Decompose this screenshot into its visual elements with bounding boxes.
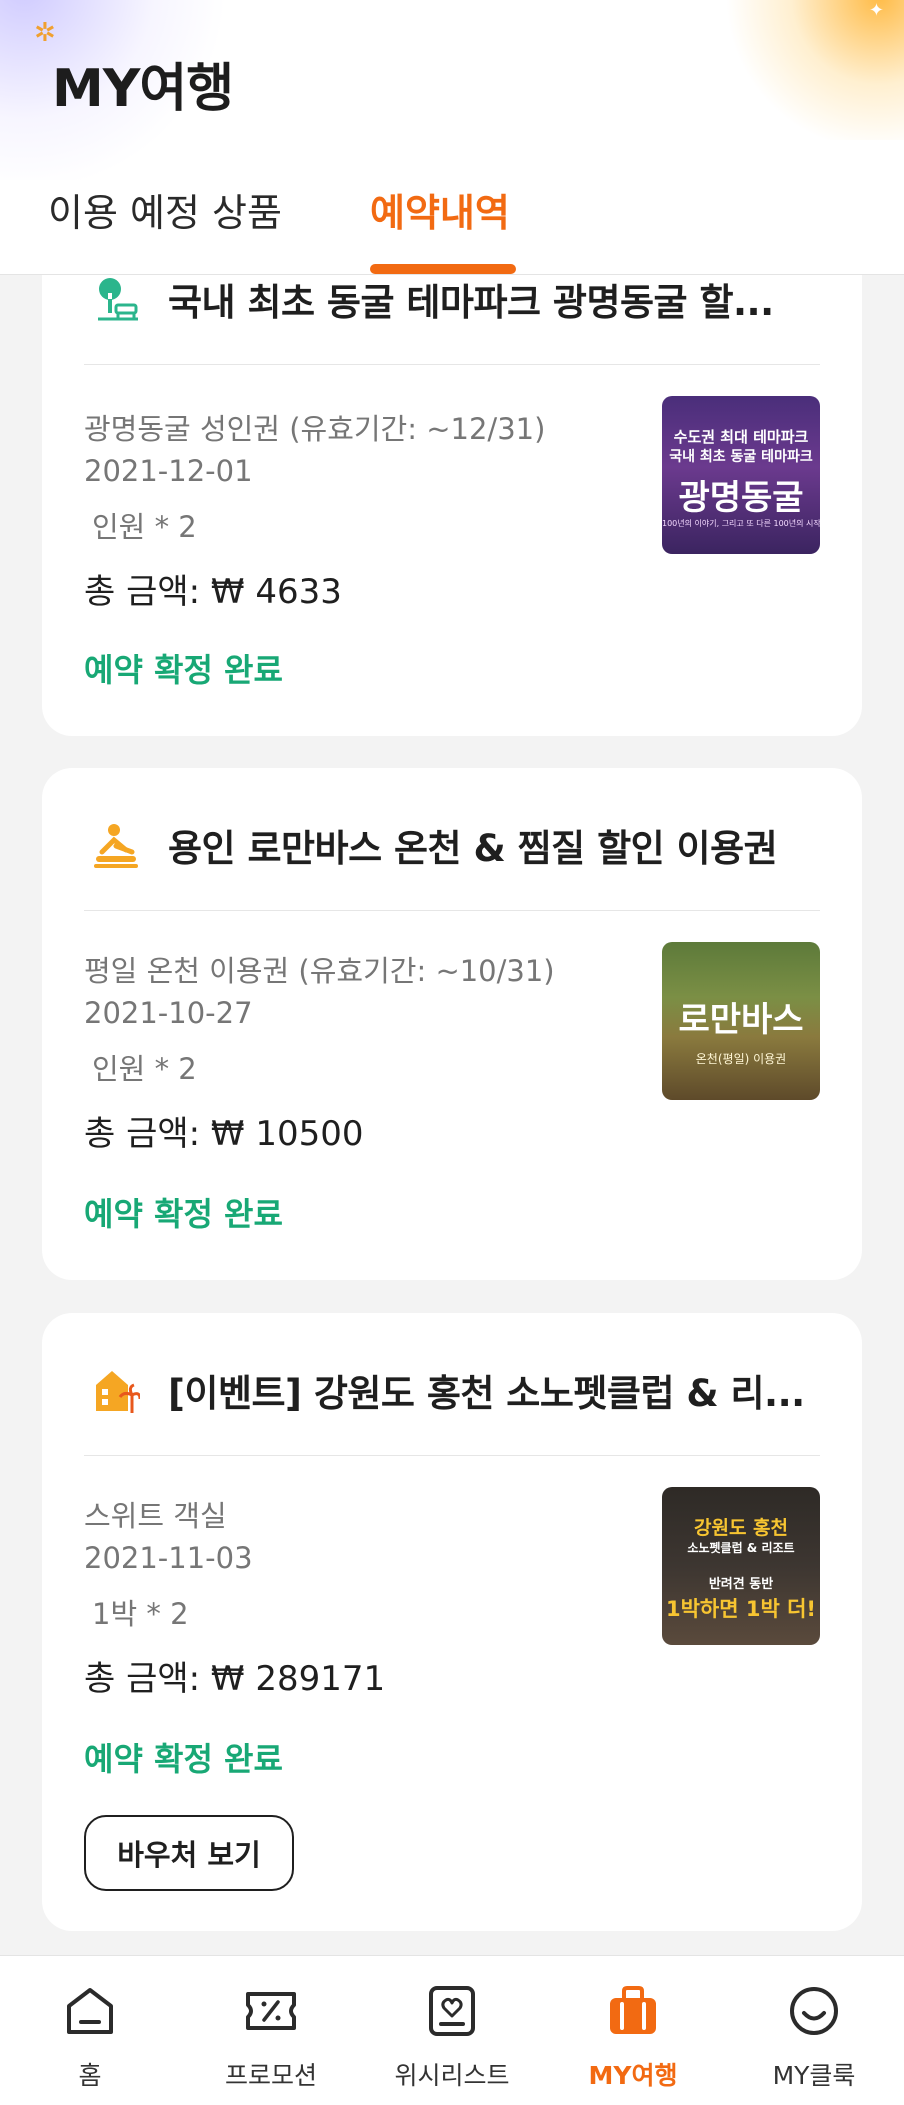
nav-label: 홈: [78, 2061, 102, 2090]
nav-label: MY여행: [588, 2061, 678, 2090]
park-icon: [98, 278, 138, 321]
nav-item-my-klook[interactable]: MY클룩: [724, 1956, 904, 2105]
nav-label: 프로모션: [224, 2061, 317, 2090]
booking-tabs: 이용 예정 상품 예약내역: [0, 170, 904, 274]
sparkle-icon: ✲: [34, 18, 56, 48]
nav-label: 위시리스트: [394, 2061, 510, 2090]
product-title[interactable]: 용인 로만바스 온천 & 찜질 할인 이용권: [168, 818, 858, 872]
night-count: 1박 * 2: [92, 1597, 189, 1631]
resort-icon: [96, 1371, 140, 1413]
header-gradient-right: [714, 0, 904, 140]
nav-item-promotion[interactable]: 프로모션: [181, 1956, 361, 2105]
bottom-navigation: 홈 프로모션 위시리스트 MY여행 MY클룩: [0, 1955, 904, 2105]
booking-date: 2021-11-03: [84, 1541, 253, 1575]
tab-booking-history[interactable]: 예약내역: [370, 182, 510, 237]
app-header: ✲ ✦ MY여행 이용 예정 상품 예약내역: [0, 0, 904, 275]
nav-item-home[interactable]: 홈: [0, 1956, 180, 2105]
view-voucher-button[interactable]: 바우처 보기: [84, 1815, 294, 1891]
tab-upcoming[interactable]: 이용 예정 상품: [48, 182, 282, 237]
suitcase-icon: [610, 1986, 656, 2034]
total-amount: 총 금액: ₩ 4633: [84, 572, 342, 612]
booking-card[interactable]: [이벤트] 강원도 홍천 소노펫클럽 & 리... 스위트 객실 2021-11…: [42, 1313, 862, 1931]
booking-status: 예약 확정 완료: [84, 1740, 283, 1778]
wishlist-icon: [429, 1986, 475, 2036]
product-thumbnail[interactable]: 로만바스 온천(평일) 이용권: [662, 942, 820, 1100]
coupon-icon: [246, 1992, 296, 2030]
product-title[interactable]: 국내 최초 동굴 테마파크 광명동굴 할...: [168, 272, 858, 326]
nav-item-wishlist[interactable]: 위시리스트: [362, 1956, 542, 2105]
product-thumbnail[interactable]: 강원도 홍천 소노펫클럽 & 리조트 반려견 동반 1박하면 1박 더!: [662, 1487, 820, 1645]
total-amount: 총 금액: ₩ 289171: [84, 1659, 386, 1699]
active-tab-indicator: [370, 264, 516, 274]
participant-count: 인원 * 2: [92, 1052, 197, 1086]
spa-massage-icon: [94, 824, 138, 868]
booking-status: 예약 확정 완료: [84, 651, 283, 689]
booking-card[interactable]: 용인 로만바스 온천 & 찜질 할인 이용권 평일 온천 이용권 (유효기간: …: [42, 768, 862, 1280]
home-icon: [67, 1988, 113, 2034]
nav-item-my-travel[interactable]: MY여행: [543, 1956, 723, 2105]
product-title[interactable]: [이벤트] 강원도 홍천 소노펫클럽 & 리...: [168, 1363, 858, 1417]
booking-card[interactable]: 국내 최초 동굴 테마파크 광명동굴 할... 광명동굴 성인권 (유효기간: …: [42, 220, 862, 736]
participant-count: 인원 * 2: [92, 510, 197, 544]
page-title: MY여행: [52, 59, 234, 119]
product-option: 광명동굴 성인권 (유효기간: ~12/31): [84, 412, 546, 446]
product-option: 스위트 객실: [84, 1499, 227, 1533]
nav-label: MY클룩: [772, 2061, 856, 2090]
smiley-icon: [790, 1987, 838, 2035]
total-amount: 총 금액: ₩ 10500: [84, 1114, 364, 1154]
product-thumbnail[interactable]: 수도권 최대 테마파크 국내 최초 동굴 테마파크 광명동굴 100년의 이야기…: [662, 396, 820, 554]
sparkle-icon: ✦: [868, 0, 884, 21]
booking-date: 2021-10-27: [84, 996, 253, 1030]
booking-status: 예약 확정 완료: [84, 1195, 283, 1233]
booking-date: 2021-12-01: [84, 454, 253, 488]
product-option: 평일 온천 이용권 (유효기간: ~10/31): [84, 954, 555, 988]
